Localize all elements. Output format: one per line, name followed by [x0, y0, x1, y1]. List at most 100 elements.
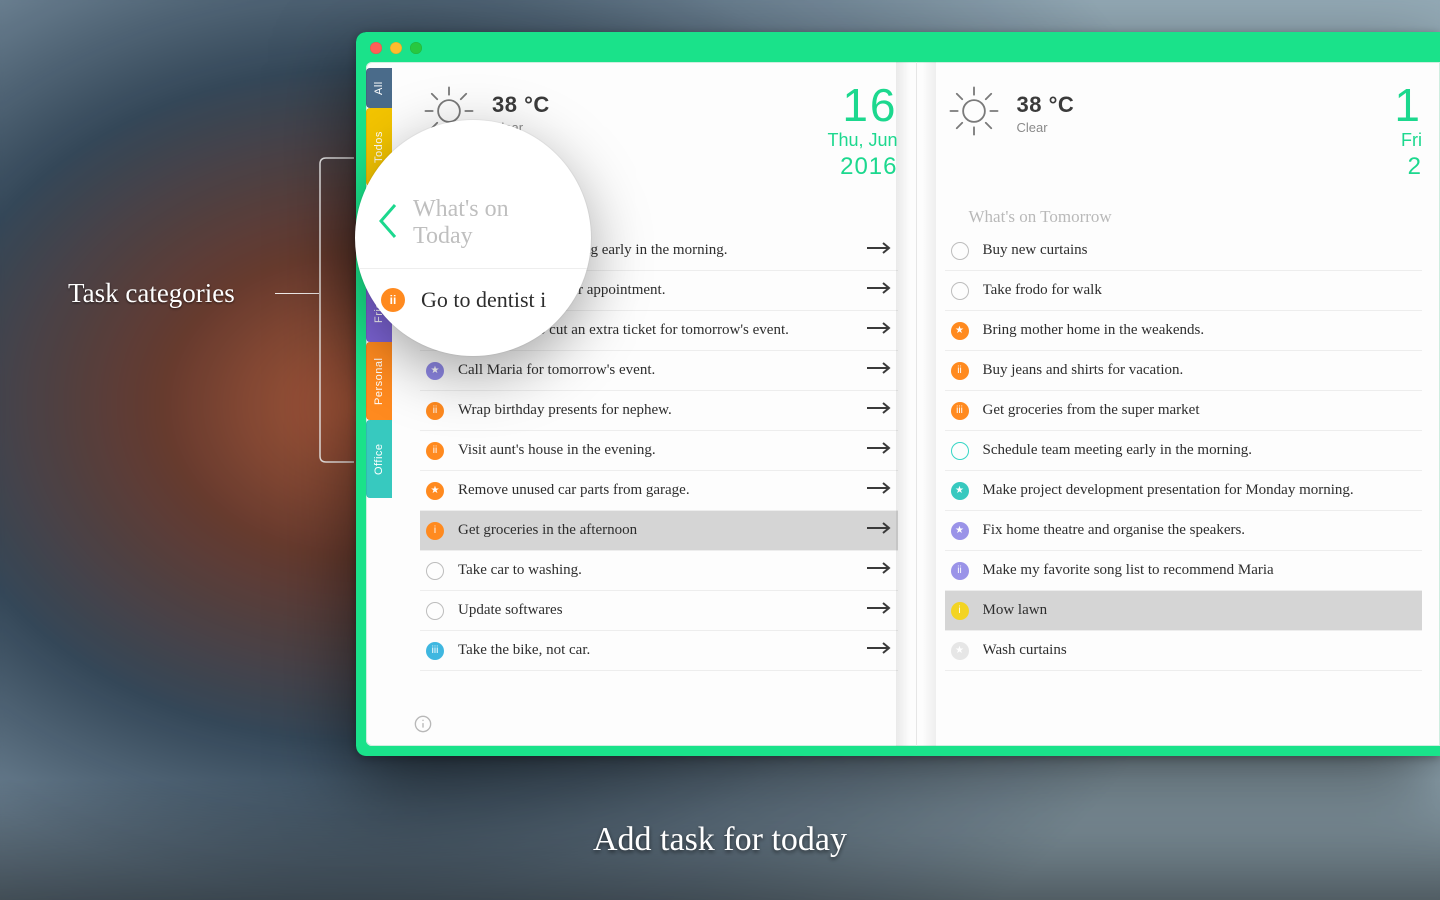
page-header-tomorrow: 38 °C Clear 1 Fri 2: [945, 82, 1423, 181]
back-chevron-icon[interactable]: [375, 201, 401, 246]
task-text: Buy jeans and shirts for vacation.: [983, 362, 1417, 379]
task-category-dot: i: [426, 522, 444, 540]
task-category-dot: ★: [951, 322, 969, 340]
task-category-dot: ii: [426, 442, 444, 460]
task-row[interactable]: Buy new curtains: [945, 231, 1423, 271]
task-row[interactable]: i Mow lawn: [945, 591, 1423, 631]
task-arrow-icon[interactable]: [866, 362, 892, 379]
task-text: Take car to washing.: [458, 562, 852, 579]
callout-bracket: [318, 156, 354, 464]
caption-text: Add task for today: [593, 821, 847, 859]
date-year: 2016: [827, 153, 897, 181]
task-category-dot: ii: [951, 562, 969, 580]
task-row[interactable]: Update softwares: [420, 591, 898, 631]
task-row[interactable]: ★ Remove unused car parts from garage.: [420, 471, 898, 511]
callout-label-task-categories: Task categories: [68, 278, 235, 309]
zoom-divider: [355, 268, 591, 269]
weather-condition: Clear: [1017, 120, 1075, 135]
task-text: Make project development presentation fo…: [983, 482, 1417, 499]
date-year: 2: [1394, 153, 1422, 181]
task-category-dot: iii: [426, 642, 444, 660]
maximize-button[interactable]: [410, 42, 422, 54]
task-arrow-icon[interactable]: [866, 322, 892, 339]
zoom-task-text: Go to dentist i: [421, 287, 546, 313]
task-text: Remove unused car parts from garage.: [458, 482, 852, 499]
task-text: Wash curtains: [983, 642, 1417, 659]
task-text: Schedule team meeting early in the morni…: [983, 442, 1417, 459]
task-row[interactable]: i Get groceries in the afternoon: [420, 511, 898, 551]
zoom-section-title: What's on Today: [413, 196, 571, 250]
task-category-dot: ★: [951, 522, 969, 540]
task-text: Get groceries from the super market: [983, 402, 1417, 419]
task-row[interactable]: ★ Call Maria for tomorrow's event.: [420, 351, 898, 391]
task-category-dot: ii: [951, 362, 969, 380]
date-daylabel: Fri: [1394, 130, 1422, 151]
task-row[interactable]: Schedule team meeting early in the morni…: [945, 431, 1423, 471]
task-arrow-icon[interactable]: [866, 402, 892, 419]
date-block-today: 16 Thu, Jun 2016: [827, 82, 897, 181]
caption-bar: Add task for today: [0, 780, 1440, 900]
task-row[interactable]: ★ Wash curtains: [945, 631, 1423, 671]
task-category-dot: ★: [426, 362, 444, 380]
task-text: Fix home theatre and organise the speake…: [983, 522, 1417, 539]
task-text: Update softwares: [458, 602, 852, 619]
page-tomorrow: 38 °C Clear 1 Fri 2 What's on Tomorrow B…: [917, 62, 1440, 746]
date-daynum: 1: [1394, 82, 1422, 128]
category-tab-office[interactable]: Office: [366, 420, 392, 498]
task-category-dot: [951, 282, 969, 300]
task-row[interactable]: Take car to washing.: [420, 551, 898, 591]
task-arrow-icon[interactable]: [866, 602, 892, 619]
task-text: Bring mother home in the weakends.: [983, 322, 1417, 339]
date-daylabel: Thu, Jun: [827, 130, 897, 151]
task-text: Mow lawn: [983, 602, 1417, 619]
task-arrow-icon[interactable]: [866, 282, 892, 299]
task-row[interactable]: ii Wrap birthday presents for nephew.: [420, 391, 898, 431]
section-title-tomorrow: What's on Tomorrow: [969, 207, 1423, 227]
task-row[interactable]: ★ Make project development presentation f…: [945, 471, 1423, 511]
sun-icon: [945, 82, 1003, 145]
date-daynum: 16: [827, 82, 897, 128]
category-tab-all[interactable]: All: [366, 68, 392, 108]
minimize-button[interactable]: [390, 42, 402, 54]
zoom-task-dot: ii: [381, 288, 405, 312]
task-category-dot: ★: [426, 482, 444, 500]
task-row[interactable]: Take frodo for walk: [945, 271, 1423, 311]
close-button[interactable]: [370, 42, 382, 54]
task-category-dot: ii: [426, 402, 444, 420]
window-traffic-lights: [370, 42, 422, 54]
task-arrow-icon[interactable]: [866, 442, 892, 459]
task-text: Get groceries in the afternoon: [458, 522, 852, 539]
task-row[interactable]: iii Take the bike, not car.: [420, 631, 898, 671]
task-text: Call Maria for tomorrow's event.: [458, 362, 852, 379]
task-arrow-icon[interactable]: [866, 482, 892, 499]
zoom-task-row[interactable]: ii Go to dentist i: [375, 287, 571, 313]
task-text: Buy new curtains: [983, 242, 1417, 259]
task-arrow-icon[interactable]: [866, 642, 892, 659]
task-text: Wrap birthday presents for nephew.: [458, 402, 852, 419]
task-arrow-icon[interactable]: [866, 562, 892, 579]
task-row[interactable]: ii Buy jeans and shirts for vacation.: [945, 351, 1423, 391]
task-row[interactable]: ★ Bring mother home in the weakends.: [945, 311, 1423, 351]
task-row[interactable]: iii Get groceries from the super market: [945, 391, 1423, 431]
info-button[interactable]: [414, 715, 432, 738]
task-category-dot: iii: [951, 402, 969, 420]
callout-connector-line: [275, 293, 319, 294]
task-category-dot: ★: [951, 482, 969, 500]
task-text: Make my favorite song list to recommend …: [983, 562, 1417, 579]
task-row[interactable]: ii Make my favorite song list to recommen…: [945, 551, 1423, 591]
task-category-dot: i: [951, 602, 969, 620]
task-category-dot: [951, 242, 969, 260]
task-list-tomorrow: Buy new curtains Take frodo for walk ★ Brin…: [945, 231, 1423, 671]
weather-block: 38 °C Clear: [945, 82, 1075, 145]
date-block-tomorrow: 1 Fri 2: [1394, 82, 1422, 181]
task-text: Take the bike, not car.: [458, 642, 852, 659]
task-arrow-icon[interactable]: [866, 522, 892, 539]
task-arrow-icon[interactable]: [866, 242, 892, 259]
task-row[interactable]: iiVisit aunt's house in the evening.: [420, 431, 898, 471]
task-row[interactable]: ★ Fix home theatre and organise the speak…: [945, 511, 1423, 551]
task-text: Take frodo for walk: [983, 282, 1417, 299]
task-category-dot: [426, 562, 444, 580]
task-category-dot: ★: [951, 642, 969, 660]
task-category-dot: [951, 442, 969, 460]
weather-text: 38 °C Clear: [1017, 92, 1075, 135]
